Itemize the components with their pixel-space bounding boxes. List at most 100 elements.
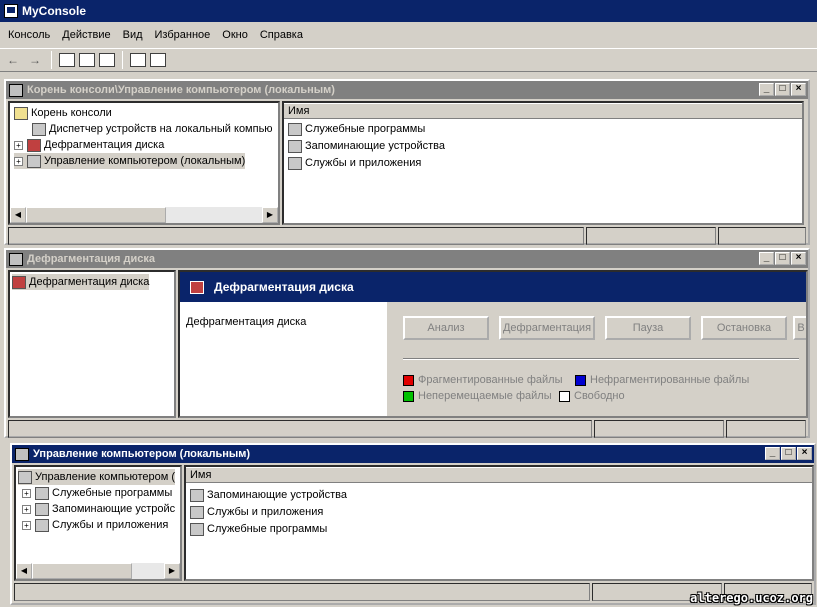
show-tree-icon[interactable]: [59, 53, 75, 67]
analyze-button[interactable]: Анализ: [403, 316, 489, 340]
tree-item-defrag[interactable]: + Дефрагментация диска: [14, 137, 164, 153]
column-label: Имя: [288, 105, 310, 117]
tree-pane[interactable]: Корень консоли Диспетчер устройств на ло…: [8, 101, 280, 225]
list-item[interactable]: Службы и приложения: [288, 155, 421, 171]
list-item[interactable]: Служебные программы: [288, 121, 425, 137]
expand-icon[interactable]: +: [14, 140, 23, 150]
status-panel: [594, 420, 724, 438]
tree-item-device-manager[interactable]: Диспетчер устройств на локальный компью: [32, 121, 273, 137]
tree-item-computer-management[interactable]: Управление компьютером (: [18, 469, 176, 485]
close-button[interactable]: ×: [791, 83, 806, 96]
status-bar: [8, 227, 806, 245]
tree-item-defrag[interactable]: Дефрагментация диска: [12, 274, 150, 290]
forward-arrow-icon[interactable]: →: [26, 51, 44, 69]
defragment-button[interactable]: Дефрагментация: [499, 316, 595, 340]
stop-button[interactable]: Остановка: [701, 316, 787, 340]
column-label: Имя: [190, 469, 212, 481]
scroll-right-icon[interactable]: ▶: [262, 207, 278, 223]
defrag-icon: [12, 275, 26, 289]
tree-item-storage[interactable]: + Запоминающие устройс: [22, 501, 175, 517]
menu-help[interactable]: Справка: [254, 29, 309, 41]
scroll-left-icon[interactable]: ◀: [16, 563, 32, 579]
list-item-label: Запоминающие устройства: [207, 489, 348, 501]
help-icon[interactable]: [130, 53, 146, 67]
column-header-name[interactable]: Имя: [284, 103, 802, 119]
tree-item-system-tools[interactable]: + Служебные программы: [22, 485, 172, 501]
scroll-thumb[interactable]: [26, 207, 166, 223]
list-item-label: Службы и приложения: [207, 506, 324, 518]
status-panel: [8, 227, 584, 245]
scroll-thumb[interactable]: [32, 563, 132, 579]
menu-favorites[interactable]: Избранное: [149, 29, 217, 41]
tree-pane[interactable]: Управление компьютером ( + Служебные прог…: [14, 465, 182, 581]
close-button[interactable]: ×: [797, 447, 812, 460]
minimize-button[interactable]: _: [765, 447, 780, 460]
tree-item-root[interactable]: Корень консоли: [14, 105, 112, 121]
minimize-button[interactable]: _: [759, 252, 774, 265]
storage-icon: [190, 488, 204, 502]
pause-button[interactable]: Пауза: [605, 316, 691, 340]
console-icon: [4, 4, 18, 18]
defrag-banner: Дефрагментация диска: [180, 272, 806, 302]
menu-action[interactable]: Действие: [56, 29, 116, 41]
services-icon: [190, 505, 204, 519]
maximize-button[interactable]: □: [781, 447, 796, 460]
computer-icon: [27, 154, 41, 168]
legend-free: Свободно: [559, 390, 625, 402]
tree-item-label: Управление компьютером (: [35, 471, 176, 483]
list-item-label: Служебные программы: [207, 523, 328, 535]
tree-item-label: Диспетчер устройств на локальный компью: [49, 123, 273, 135]
list-item[interactable]: Запоминающие устройства: [288, 138, 445, 154]
mdi-window-computer-management[interactable]: Управление компьютером (локальным) _ □ ×…: [10, 443, 816, 605]
folder-icon: [14, 106, 28, 120]
watermark: alterego.ucoz.org: [690, 591, 813, 605]
horizontal-scrollbar[interactable]: ◀ ▶: [10, 207, 278, 223]
list-item[interactable]: Службы и приложения: [190, 504, 323, 520]
window-title-bar[interactable]: Корень консоли\Управление компьютером (л…: [6, 81, 808, 99]
window-title-bar[interactable]: Управление компьютером (локальным): [12, 445, 814, 463]
export-list-icon[interactable]: [99, 53, 115, 67]
status-bar: [8, 420, 806, 438]
window-title-bar[interactable]: Дефрагментация диска: [6, 250, 808, 268]
menu-bar: Консоль Действие Вид Избранное Окно Спра…: [0, 24, 817, 46]
defrag-icon: [27, 138, 41, 152]
app-title: MyConsole: [22, 4, 87, 18]
maximize-button[interactable]: □: [775, 252, 790, 265]
list-item[interactable]: Служебные программы: [190, 521, 327, 537]
menu-view[interactable]: Вид: [117, 29, 149, 41]
properties-icon[interactable]: [79, 53, 95, 67]
tree-pane[interactable]: Дефрагментация диска: [8, 270, 176, 418]
minimize-button[interactable]: _: [759, 83, 774, 96]
expand-icon[interactable]: +: [22, 504, 31, 514]
close-button[interactable]: ×: [791, 252, 806, 265]
view-report-button[interactable]: В: [793, 316, 806, 340]
mdi-window-defrag[interactable]: Дефрагментация диска _ □ × Дефрагментаци…: [4, 248, 810, 438]
mdi-window-root[interactable]: Корень консоли\Управление компьютером (л…: [4, 79, 810, 245]
status-panel: [8, 420, 592, 438]
legend-swatch: [559, 390, 570, 402]
action-pane-icon[interactable]: [150, 53, 166, 67]
column-header-name[interactable]: Имя: [186, 467, 812, 483]
tree-item-label: Служебные программы: [52, 487, 173, 499]
menu-window[interactable]: Окно: [216, 29, 254, 41]
expand-icon[interactable]: +: [14, 156, 23, 166]
maximize-button[interactable]: □: [775, 83, 790, 96]
expand-icon[interactable]: +: [22, 488, 31, 498]
menu-console[interactable]: Консоль: [2, 29, 56, 41]
horizontal-scrollbar[interactable]: ◀ ▶: [16, 563, 180, 579]
tree-item-computer-management[interactable]: + Управление компьютером (локальным): [14, 153, 246, 169]
scroll-left-icon[interactable]: ◀: [10, 207, 26, 223]
status-panel: [718, 227, 806, 245]
legend-fragmented: Фрагментированные файлы: [403, 374, 563, 386]
tree-item-services[interactable]: + Службы и приложения: [22, 517, 168, 533]
list-item[interactable]: Запоминающие устройства: [190, 487, 347, 503]
list-pane[interactable]: Имя Запоминающие устройства Службы и при…: [184, 465, 814, 581]
back-arrow-icon[interactable]: ←: [4, 51, 22, 69]
defrag-icon: [190, 280, 204, 294]
tree-item-label: Дефрагментация диска: [29, 276, 150, 288]
scroll-right-icon[interactable]: ▶: [164, 563, 180, 579]
expand-icon[interactable]: +: [22, 520, 31, 530]
toolbar: ← →: [0, 48, 817, 72]
list-item-label: Службы и приложения: [305, 157, 422, 169]
list-pane[interactable]: Имя Служебные программы Запоминающие уст…: [282, 101, 804, 225]
